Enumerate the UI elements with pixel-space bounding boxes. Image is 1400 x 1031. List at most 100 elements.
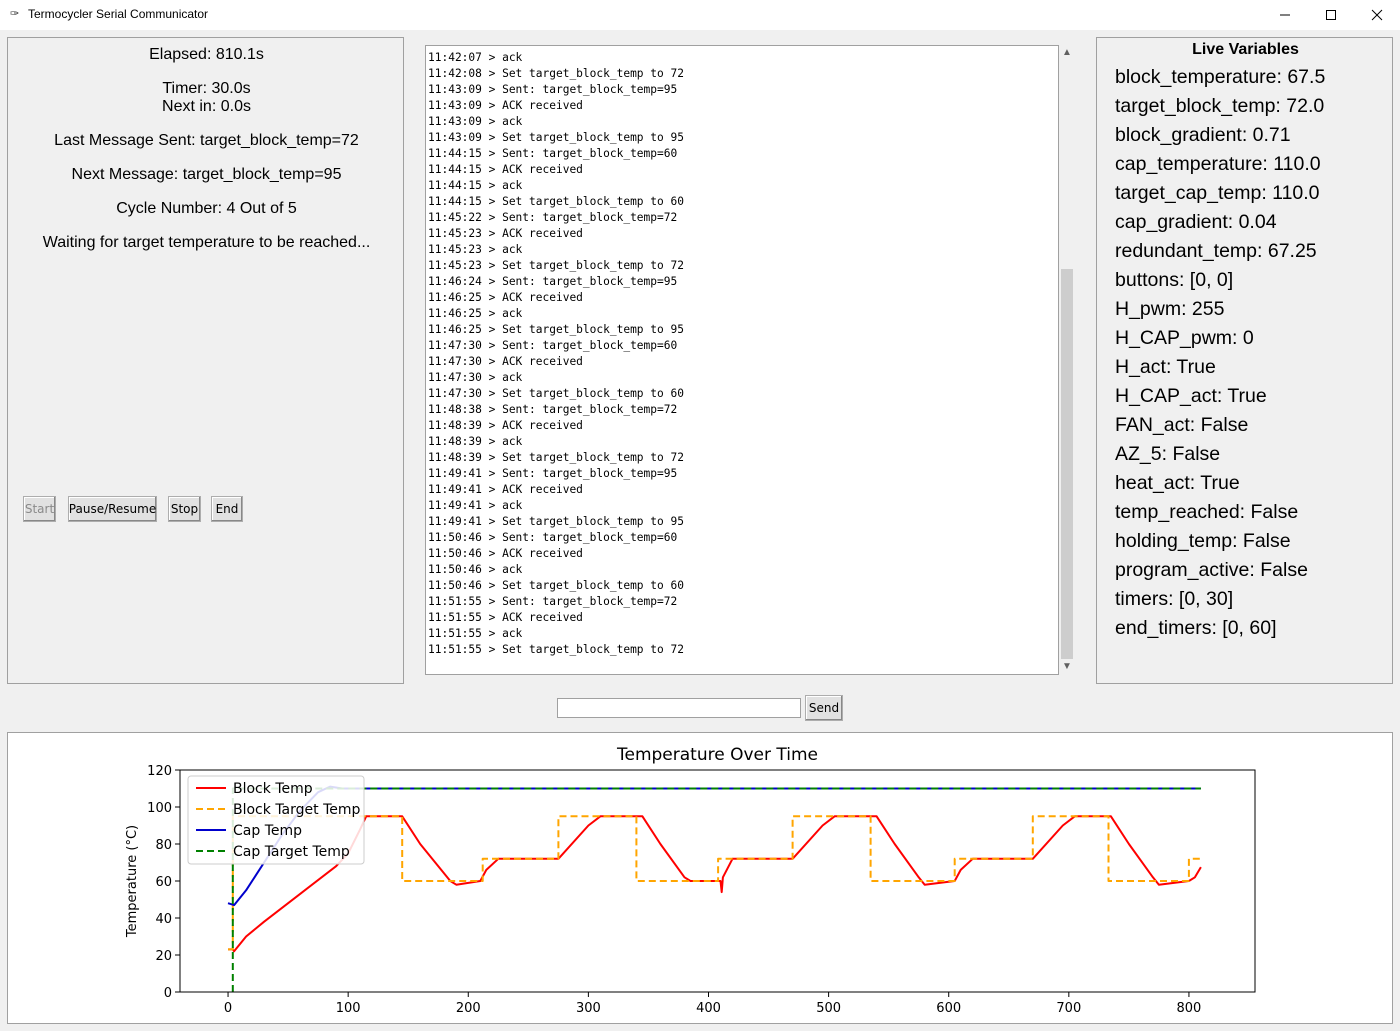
command-input[interactable] — [557, 698, 801, 718]
live-variable: program_active: False — [1115, 559, 1308, 581]
end-button[interactable]: End — [211, 496, 243, 522]
next-in-label: Next in: 0.0s — [162, 98, 251, 115]
status-panel: Elapsed: 810.1s Timer: 30.0s Next in: 0.… — [7, 37, 404, 684]
y-tick-label: 80 — [155, 838, 172, 853]
log-line: 11:47:30 > Sent: target_block_temp=60 — [428, 339, 678, 352]
plot-area — [227, 785, 1202, 992]
log-line: 11:45:23 > ACK received — [428, 227, 583, 240]
send-button[interactable]: Send — [805, 695, 843, 721]
log-line: 11:51:55 > Set target_block_temp to 72 — [428, 643, 684, 656]
close-button[interactable] — [1354, 0, 1400, 30]
temperature-chart: Temperature Over Time 0 100 200 300 400 500 600… — [7, 732, 1393, 1024]
feather-icon: ✑ — [10, 8, 20, 20]
last-message-label: Last Message Sent: target_block_temp=72 — [54, 132, 359, 149]
log-line: 11:44:15 > Sent: target_block_temp=60 — [428, 147, 678, 160]
waiting-status-label: Waiting for target temperature to be rea… — [42, 234, 371, 251]
log-line: 11:43:09 > Set target_block_temp to 95 — [428, 131, 684, 144]
x-tick-label: 400 — [696, 1001, 721, 1016]
live-variable: H_CAP_pwm: 0 — [1115, 327, 1254, 349]
live-variables-panel: Live Variables block_temperature: 67.5 ta… — [1096, 37, 1393, 684]
log-line: 11:44:15 > ack — [428, 179, 523, 192]
live-variable: temp_reached: False — [1115, 501, 1299, 523]
scroll-down-icon[interactable]: ▼ — [1059, 659, 1075, 675]
legend-label: Block Temp — [233, 781, 313, 797]
live-variable: FAN_act: False — [1115, 414, 1249, 436]
live-variable: end_timers: [0, 60] — [1115, 617, 1277, 639]
y-tick-label: 100 — [147, 801, 172, 816]
log-line: 11:46:25 > ACK received — [428, 291, 583, 304]
log-line: 11:50:46 > Set target_block_temp to 60 — [428, 579, 684, 592]
maximize-icon — [1326, 10, 1336, 20]
log-line: 11:48:39 > ack — [428, 435, 523, 448]
x-tick-label: 0 — [224, 1001, 232, 1016]
x-tick-label: 200 — [456, 1001, 481, 1016]
maximize-button[interactable] — [1308, 0, 1354, 30]
log-line: 11:44:15 > ACK received — [428, 163, 583, 176]
start-button[interactable]: Start — [23, 496, 56, 522]
minimize-button[interactable] — [1262, 0, 1308, 30]
log-line: 11:49:41 > Sent: target_block_temp=95 — [428, 467, 678, 480]
scroll-up-icon[interactable]: ▲ — [1059, 45, 1075, 61]
log-line: 11:49:41 > ACK received — [428, 483, 583, 496]
legend-label: Cap Target Temp — [233, 844, 350, 860]
next-message-label: Next Message: target_block_temp=95 — [71, 166, 342, 183]
live-variable: block_gradient: 0.71 — [1115, 124, 1291, 146]
y-axis-label: Temperature (°C) — [125, 825, 140, 938]
log-line: 11:47:30 > ACK received — [428, 355, 583, 368]
x-tick-label: 300 — [576, 1001, 601, 1016]
series-line-3 — [231, 787, 1201, 992]
log-line: 11:42:07 > ack — [428, 51, 523, 64]
log-line: 11:49:41 > Set target_block_temp to 95 — [428, 515, 684, 528]
scroll-thumb[interactable] — [1061, 269, 1073, 659]
log-line: 11:44:15 > Set target_block_temp to 60 — [428, 195, 684, 208]
log-line: 11:45:22 > Sent: target_block_temp=72 — [428, 211, 678, 224]
log-line: 11:50:46 > Sent: target_block_temp=60 — [428, 531, 678, 544]
title-bar: ✑ Termocycler Serial Communicator — [0, 0, 1400, 30]
log-line: 11:42:08 > Set target_block_temp to 72 — [428, 67, 684, 80]
live-variable: cap_gradient: 0.04 — [1115, 211, 1277, 233]
live-variable: holding_temp: False — [1115, 530, 1291, 552]
cycle-number-label: Cycle Number: 4 Out of 5 — [116, 200, 297, 217]
x-tick-label: 600 — [936, 1001, 961, 1016]
live-variable: H_pwm: 255 — [1115, 298, 1225, 320]
window-title: Termocycler Serial Communicator — [28, 7, 209, 21]
log-line: 11:45:23 > ack — [428, 243, 523, 256]
log-line: 11:46:25 > Set target_block_temp to 95 — [428, 323, 684, 336]
minimize-icon — [1280, 14, 1290, 16]
timer-label: Timer: 30.0s — [162, 80, 251, 97]
log-line: 11:43:09 > ack — [428, 115, 523, 128]
log-line: 11:43:09 > Sent: target_block_temp=95 — [428, 83, 678, 96]
log-scrollbar[interactable]: ▲ ▼ — [1059, 45, 1075, 675]
log-line: 11:46:25 > ack — [428, 307, 523, 320]
log-line: 11:51:55 > ack — [428, 627, 523, 640]
chart-title: Temperature Over Time — [616, 745, 818, 765]
live-variable: H_act: True — [1115, 356, 1216, 378]
live-variable: heat_act: True — [1115, 472, 1240, 494]
legend-label: Block Target Temp — [233, 802, 361, 818]
log-line: 11:47:30 > Set target_block_temp to 60 — [428, 387, 684, 400]
log-line: 11:49:41 > ack — [428, 499, 523, 512]
live-variable: block_temperature: 67.5 — [1115, 66, 1326, 88]
x-tick-label: 500 — [816, 1001, 841, 1016]
live-variable: buttons: [0, 0] — [1115, 269, 1234, 291]
y-tick-label: 120 — [147, 764, 172, 779]
log-line: 11:51:55 > Sent: target_block_temp=72 — [428, 595, 678, 608]
live-variable: H_CAP_act: True — [1115, 385, 1267, 407]
y-tick-label: 60 — [155, 875, 172, 890]
series-line-0 — [228, 815, 1202, 953]
x-tick-label: 100 — [336, 1001, 361, 1016]
pause-resume-button[interactable]: Pause/Resume — [68, 496, 157, 522]
series-line-2 — [227, 785, 1201, 907]
log-line: 11:47:30 > ack — [428, 371, 523, 384]
elapsed-label: Elapsed: 810.1s — [149, 46, 264, 63]
temperature-chart-svg: Temperature Over Time 0 100 200 300 400 500 600… — [125, 745, 1256, 1016]
serial-log[interactable]: 11:42:07 > ack 11:42:08 > Set target_bloc… — [425, 45, 1059, 675]
y-tick-label: 20 — [155, 949, 172, 964]
log-line: 11:46:24 > Sent: target_block_temp=95 — [428, 275, 678, 288]
close-icon — [1371, 9, 1383, 21]
series-line-1 — [228, 815, 1201, 951]
stop-button[interactable]: Stop — [168, 496, 201, 522]
x-tick-label: 800 — [1177, 1001, 1202, 1016]
log-line: 11:51:55 > ACK received — [428, 611, 583, 624]
live-variable: redundant_temp: 67.25 — [1115, 240, 1317, 262]
